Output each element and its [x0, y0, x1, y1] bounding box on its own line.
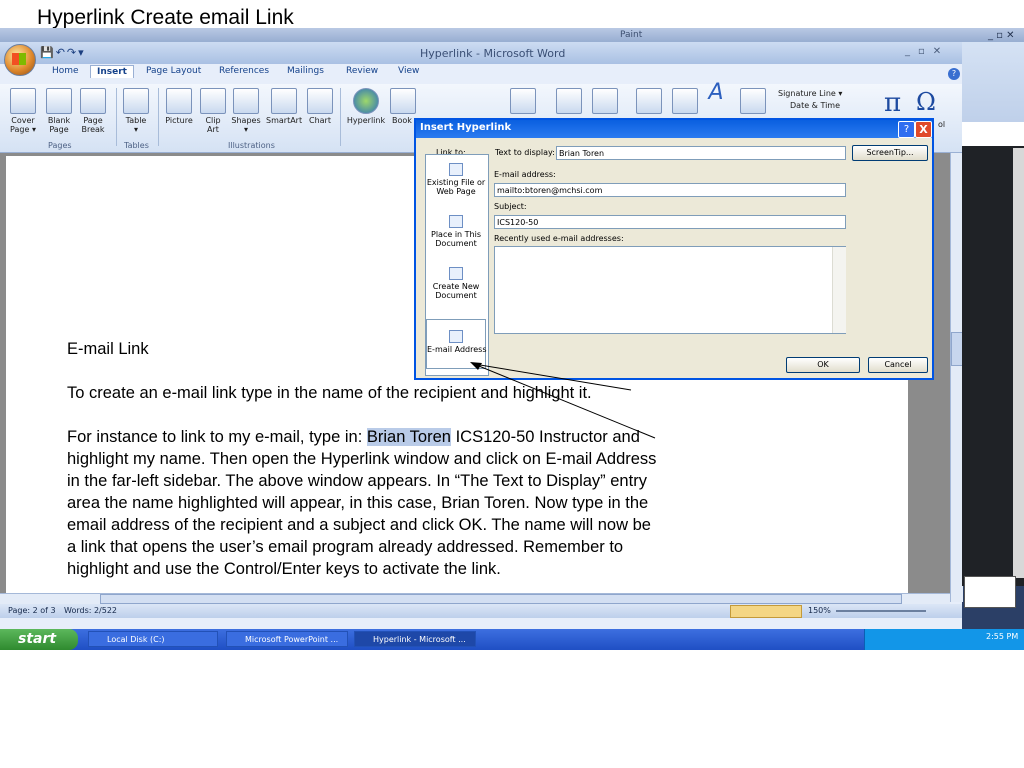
screenshot: Paint _ ▫ ✕ 💾↶↷▾ Hyperlink - Microsoft W…: [0, 28, 1024, 650]
arrow-line: [473, 363, 632, 391]
office-button[interactable]: [4, 44, 36, 76]
pointer-arrow: [470, 362, 656, 439]
slide-title: Hyperlink Create email Link: [37, 6, 294, 29]
arrow-line: [473, 363, 656, 439]
arrow-head: [470, 362, 482, 370]
office-logo-icon: [12, 53, 26, 65]
